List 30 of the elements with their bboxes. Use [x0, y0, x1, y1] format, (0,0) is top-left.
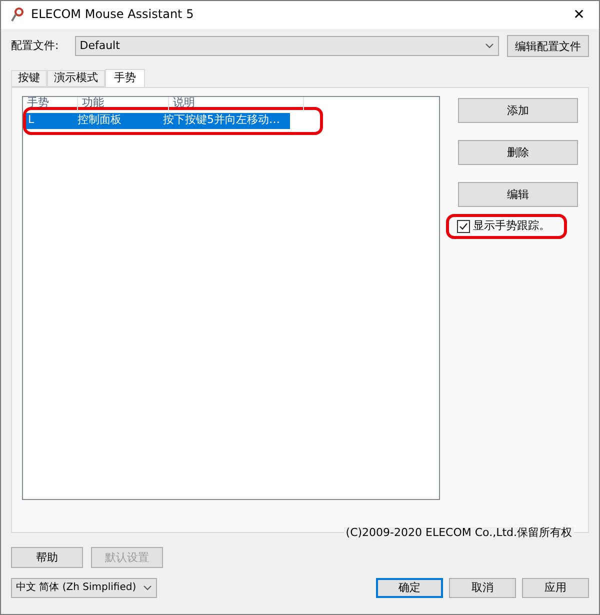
side-button[interactable]: 编辑 [458, 182, 578, 207]
list-row[interactable]: L 控制面板 按下按键5并向左移动… [26, 112, 290, 129]
column-header[interactable]: 手势 [23, 96, 78, 111]
checkbox-label: 显示手势跟踪。 [473, 220, 550, 232]
profile-label: 配置文件: [11, 40, 59, 52]
caret-icon [485, 43, 494, 49]
column-header[interactable]: 功能 [78, 96, 169, 111]
list-cell-text: 控制面板 [76, 114, 123, 127]
checkbox-box[interactable] [457, 220, 470, 233]
list-cell-text: L [27, 114, 36, 127]
tab[interactable]: 手势 [105, 69, 145, 88]
tab[interactable]: 按键 [11, 70, 47, 87]
copyright-text: (C)2009-2020 ELECOM Co.,Ltd.保留所有权 [344, 527, 574, 540]
column-header[interactable]: 说明 [169, 96, 304, 111]
profile-dropdown[interactable]: Default [74, 36, 499, 56]
side-button[interactable]: 添加 [458, 98, 578, 123]
caret-icon [143, 584, 152, 591]
side-button[interactable]: 删除 [458, 140, 578, 165]
gesture-list[interactable]: 手势 功能 说明 L 控制面板 按下按键5并向左移动… [22, 96, 440, 500]
list-cell-text: 按下按键5并向左移动… [162, 114, 281, 127]
edit-profile-button[interactable]: 编辑配置文件 [507, 35, 589, 57]
dialog-button[interactable]: 取消 [449, 578, 516, 598]
tab[interactable]: 演示模式 [47, 70, 105, 87]
dialog-button[interactable]: 应用 [522, 578, 589, 598]
help-button[interactable]: 帮助 [11, 546, 83, 568]
show-trail-checkbox[interactable]: 显示手势跟踪。 [457, 220, 550, 233]
close-icon[interactable]: ✕ [559, 6, 599, 24]
dialog-button[interactable]: 确定 [376, 578, 443, 598]
window-title: ELECOM Mouse Assistant 5 [31, 8, 195, 22]
language-dropdown[interactable]: 中文 简体 (Zh Simplified) [11, 578, 157, 598]
